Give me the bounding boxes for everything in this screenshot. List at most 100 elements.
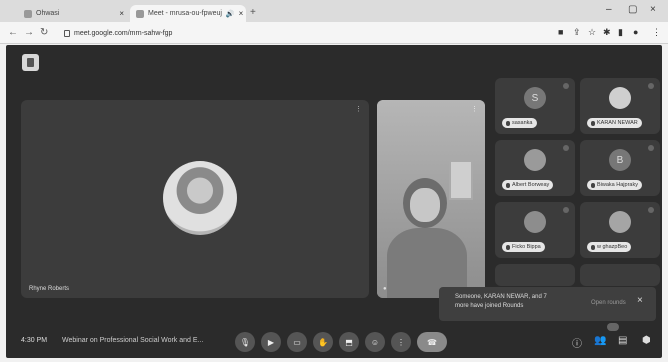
browser-address-bar: ← → ↻ meet.google.com/mrn-sahw-fgp ■ ⇪ ☆… bbox=[0, 22, 668, 44]
participant-tile[interactable]: Albert Borweay bbox=[495, 140, 575, 196]
window-close-icon[interactable]: × bbox=[650, 4, 656, 15]
more-options-button[interactable]: ⋮ bbox=[391, 332, 411, 352]
minimize-icon[interactable]: – bbox=[606, 4, 612, 15]
participant-name: Albert Borweay bbox=[512, 182, 550, 188]
participant-name-chip: w ghazpBeo bbox=[587, 242, 632, 252]
mic-icon bbox=[506, 120, 510, 126]
participant-name-chip: Ficko Bippa bbox=[502, 242, 545, 252]
bookmark-star-icon[interactable]: ☆ bbox=[588, 27, 596, 38]
tile-options-icon[interactable] bbox=[648, 145, 654, 151]
participant-avatar bbox=[609, 211, 631, 233]
tab-label: Ohwasi bbox=[36, 10, 60, 17]
participant-name-chip: Biwaka Hajpraky bbox=[587, 180, 642, 190]
more-icon: ⋮ bbox=[397, 337, 405, 347]
browser-tab-2[interactable]: Meet - mrusa-ou-fpweuj 🔊 × bbox=[130, 5, 246, 22]
mic-icon bbox=[591, 244, 595, 250]
present-icon: ⬒ bbox=[345, 337, 353, 347]
browser-menu-icon[interactable]: ⋮ bbox=[652, 27, 661, 38]
reading-list-icon[interactable]: ▮ bbox=[618, 27, 623, 38]
forward-icon[interactable]: → bbox=[24, 27, 34, 38]
mic-icon bbox=[591, 120, 595, 126]
tile-options-icon[interactable] bbox=[648, 207, 654, 213]
profile-avatar[interactable]: ● bbox=[633, 27, 638, 37]
lock-icon bbox=[64, 29, 70, 37]
browser-tab-1[interactable]: Ohwasi × bbox=[18, 5, 130, 22]
mic-icon: 🎙 bbox=[239, 337, 251, 347]
chat-icon[interactable]: ▤ bbox=[618, 335, 627, 346]
close-icon[interactable]: × bbox=[637, 295, 643, 306]
raise-hand-button[interactable]: ✋ bbox=[313, 332, 333, 352]
end-call-icon: ☎ bbox=[427, 337, 437, 347]
info-icon[interactable]: ⓘ bbox=[572, 335, 582, 350]
participant-name: w ghazpBeo bbox=[597, 244, 628, 250]
tab-close-icon[interactable]: × bbox=[119, 9, 124, 18]
captions-icon: ▭ bbox=[293, 337, 301, 347]
participant-tile[interactable]: S sasanka bbox=[495, 78, 575, 134]
self-video-tile[interactable]: ⋮ ● bbox=[377, 100, 485, 298]
tab-close-icon[interactable]: × bbox=[239, 9, 244, 18]
activities-icon[interactable]: ⬢ bbox=[642, 335, 651, 346]
captions-button[interactable]: ▭ bbox=[287, 332, 307, 352]
tile-options-icon[interactable]: ⋮ bbox=[355, 105, 362, 113]
meeting-details-button[interactable] bbox=[22, 54, 39, 71]
url-field[interactable]: meet.google.com/mrn-sahw-fgp bbox=[64, 26, 534, 40]
new-tab-icon[interactable]: + bbox=[250, 7, 256, 18]
participant-avatar bbox=[609, 87, 631, 109]
tab-label: Meet - mrusa-ou-fpweuj bbox=[148, 10, 222, 17]
participant-name: KARAN NEWAR bbox=[597, 120, 638, 126]
maximize-icon[interactable]: ▢ bbox=[628, 4, 637, 15]
tile-options-icon[interactable]: ⋮ bbox=[471, 105, 478, 113]
participant-tile[interactable]: Ficko Bippa bbox=[495, 202, 575, 258]
screen: Ohwasi × Meet - mrusa-ou-fpweuj 🔊 × + – … bbox=[0, 0, 668, 362]
open-rounds-button[interactable]: Open rounds bbox=[591, 300, 626, 306]
url-text: meet.google.com/mrn-sahw-fgp bbox=[74, 29, 173, 37]
camera-icon: ▶ bbox=[267, 337, 275, 347]
reactions-icon: ☺ bbox=[370, 337, 380, 347]
main-participant-tile[interactable]: Rhyne Roberts ⋮ bbox=[21, 100, 369, 298]
tile-options-icon[interactable] bbox=[563, 83, 569, 89]
notification-line-1: Someone, KARAN NEWAR, and 7 bbox=[455, 294, 547, 300]
participant-avatar bbox=[524, 211, 546, 233]
meet-control-bar: 4:30 PM Webinar on Professional Social W… bbox=[6, 329, 662, 358]
mic-button[interactable]: 🎙 bbox=[235, 332, 255, 352]
tile-options-icon[interactable] bbox=[563, 207, 569, 213]
tab-speaker-icon: 🔊 bbox=[225, 10, 235, 18]
mic-icon bbox=[506, 182, 510, 188]
tile-options-icon[interactable] bbox=[563, 145, 569, 151]
meeting-title: Webinar on Professional Social Work and … bbox=[62, 337, 204, 344]
share-icon[interactable]: ⇪ bbox=[573, 27, 581, 38]
meeting-time: 4:30 PM bbox=[21, 337, 48, 344]
join-notification: Someone, KARAN NEWAR, and 7 more have jo… bbox=[439, 287, 656, 321]
participant-tile[interactable] bbox=[495, 264, 575, 286]
participant-tile[interactable]: KARAN NEWAR bbox=[580, 78, 660, 134]
participant-avatar bbox=[524, 149, 546, 171]
present-button[interactable]: ⬒ bbox=[339, 332, 359, 352]
tile-options-icon[interactable] bbox=[648, 83, 654, 89]
back-icon[interactable]: ← bbox=[8, 27, 18, 38]
end-call-button[interactable]: ☎ bbox=[417, 332, 447, 352]
participant-tile[interactable]: w ghazpBeo bbox=[580, 202, 660, 258]
reload-icon[interactable]: ↻ bbox=[40, 27, 48, 38]
browser-tabbar: Ohwasi × Meet - mrusa-ou-fpweuj 🔊 × + – … bbox=[0, 0, 668, 22]
participant-name-chip: Albert Borweay bbox=[502, 180, 554, 190]
meet-favicon bbox=[136, 9, 144, 18]
video-person-face bbox=[410, 188, 440, 222]
meet-stage: Rhyne Roberts ⋮ ⋮ ● S sasanka KARAN NEWA… bbox=[6, 45, 662, 358]
mic-icon bbox=[506, 244, 510, 250]
tab-favicon bbox=[24, 9, 32, 18]
camera-button[interactable]: ▶ bbox=[261, 332, 281, 352]
main-participant-name: Rhyne Roberts bbox=[29, 286, 70, 292]
people-icon[interactable]: 👥 bbox=[594, 335, 606, 346]
main-participant-avatar bbox=[163, 161, 237, 235]
extensions-icon[interactable]: ✱ bbox=[603, 27, 611, 38]
notification-line-2: more have joined Rounds bbox=[455, 303, 524, 309]
reactions-button[interactable]: ☺ bbox=[365, 332, 385, 352]
participant-name: sasanka bbox=[512, 120, 533, 126]
participant-tile[interactable]: B Biwaka Hajpraky bbox=[580, 140, 660, 196]
raise-hand-icon: ✋ bbox=[318, 337, 328, 347]
camera-indicator-icon[interactable]: ■ bbox=[558, 27, 563, 37]
participant-avatar: B bbox=[609, 149, 631, 171]
participant-name-chip: sasanka bbox=[502, 118, 537, 128]
participant-tile[interactable] bbox=[580, 264, 660, 286]
self-mic-icon: ● bbox=[383, 286, 387, 292]
